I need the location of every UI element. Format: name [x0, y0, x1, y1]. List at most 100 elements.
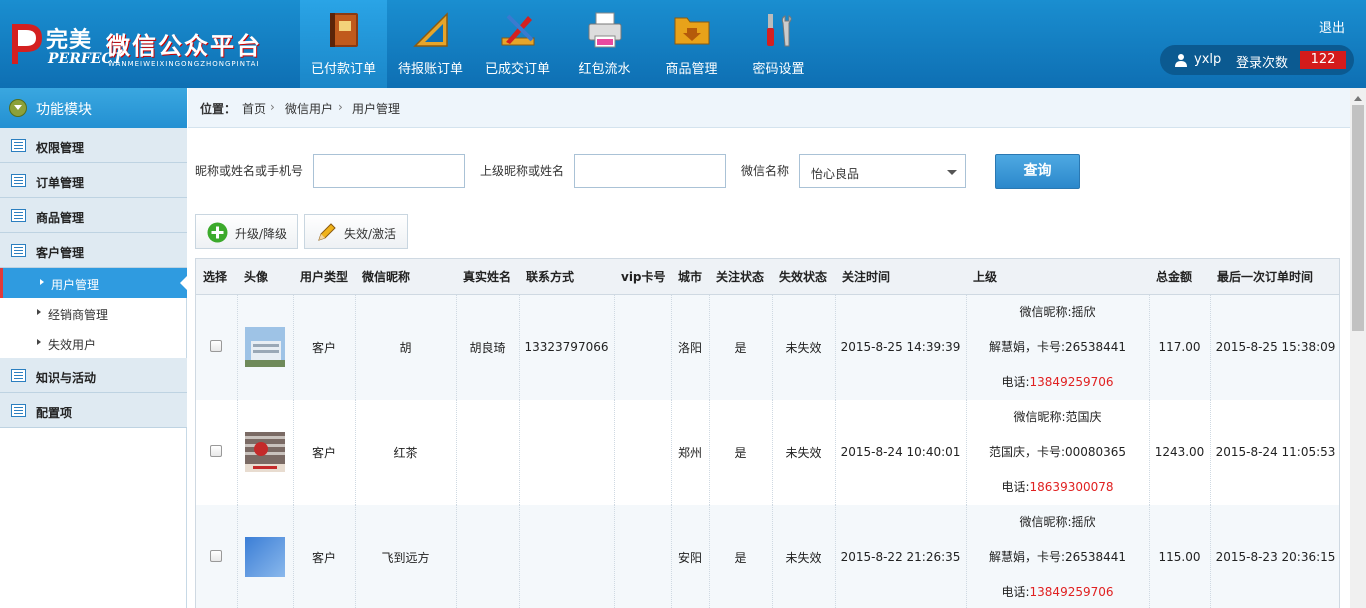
list-icon	[11, 404, 26, 417]
cell-superior: 微信昵称:摇欣 解慧娟，卡号:26538441 电话:13849259706	[966, 504, 1150, 608]
superior-name-card: 解慧娟，卡号:26538441	[988, 549, 1127, 564]
cell-real-name	[456, 399, 520, 505]
cell-follow-status: 是	[709, 504, 773, 608]
query-button[interactable]: 查询	[995, 154, 1080, 189]
nav-label: 待报账订单	[397, 62, 463, 77]
sidebar-item-invalid-users[interactable]: 失效用户	[0, 328, 187, 358]
sidebar-group-customers[interactable]: 客户管理	[0, 233, 187, 268]
folder-icon	[674, 17, 710, 45]
cell-follow-status: 是	[709, 399, 773, 505]
nav-password-settings[interactable]: 密码设置	[735, 0, 822, 88]
table-row[interactable]: 客户 红茶 郑州 是 未失效 2015-8-24 10:40:01 微信昵称:范…	[196, 399, 1339, 505]
row-checkbox[interactable]	[210, 549, 223, 562]
nav-paid-orders[interactable]: 已付款订单	[300, 0, 387, 88]
logout-link[interactable]: 退出	[1319, 17, 1345, 36]
sidebar-group-permissions[interactable]: 权限管理	[0, 128, 187, 163]
nav-product-management[interactable]: 商品管理	[648, 0, 735, 88]
breadcrumb-separator: ›	[338, 100, 343, 114]
cell-invalid-status: 未失效	[772, 294, 836, 400]
wechat-name-selected: 怡心良品	[811, 167, 860, 181]
tools-icon	[767, 14, 792, 47]
cell-superior: 微信昵称:范国庆 范国庆，卡号:00080365 电话:18639300078	[966, 399, 1150, 505]
cell-city: 安阳	[671, 504, 710, 608]
superior-input[interactable]	[574, 154, 726, 188]
cell-user-type: 客户	[293, 294, 356, 400]
cell-follow-status: 是	[709, 294, 773, 400]
wechat-name-label: 微信名称	[741, 164, 790, 178]
avatar	[245, 537, 285, 577]
column-header: 总金额	[1149, 259, 1210, 295]
printer-icon	[588, 12, 622, 48]
column-header: 最后一次订单时间	[1210, 259, 1339, 295]
sidebar-item-dealer-management[interactable]: 经销商管理	[0, 298, 187, 328]
row-checkbox[interactable]	[210, 444, 223, 457]
add-circle-icon	[207, 222, 228, 243]
table-header-row: 选择 头像 用户类型 微信昵称 真实姓名 联系方式 vip卡号 城市 关注状态 …	[196, 259, 1339, 295]
cell-city: 郑州	[671, 399, 710, 505]
perfect-logo-mark	[12, 24, 42, 64]
avatar	[245, 327, 285, 367]
nav-pending-orders[interactable]: 待报账订单	[387, 0, 474, 88]
column-header: 选择	[196, 259, 237, 295]
book-icon	[330, 13, 358, 47]
breadcrumb-separator: ›	[270, 100, 275, 114]
list-icon	[11, 369, 26, 382]
caret-right-icon	[37, 339, 41, 345]
sidebar-group-products[interactable]: 商品管理	[0, 198, 187, 233]
sidebar-group-orders[interactable]: 订单管理	[0, 163, 187, 198]
list-icon	[11, 174, 26, 187]
cell-follow-time: 2015-8-22 21:26:35	[835, 504, 967, 608]
nav-label: 已成交订单	[484, 62, 550, 77]
superior-nickname: 微信昵称:范国庆	[1013, 409, 1102, 424]
nickname-filter-label: 昵称或姓名或手机号	[195, 164, 304, 178]
login-count-label: 登录次数	[1236, 56, 1289, 71]
nickname-input[interactable]	[313, 154, 465, 188]
logo-en-pinyin: WANMEIWEIXINGONGZHONGPINTAI	[108, 60, 260, 68]
sidebar: 功能模块 权限管理 订单管理 商品管理 客户管理 用户管理 经销商管理 失效用户…	[0, 88, 187, 608]
cell-last-order: 2015-8-25 15:38:09	[1210, 294, 1339, 400]
row-checkbox[interactable]	[210, 339, 223, 352]
column-header: 微信昵称	[355, 259, 456, 295]
superior-name-card: 解慧娟，卡号:26538441	[988, 339, 1127, 354]
cell-user-type: 客户	[293, 504, 356, 608]
deactivate-activate-button[interactable]: 失效/激活	[304, 214, 408, 249]
column-header: 关注状态	[709, 259, 772, 295]
superior-phone: 电话:13849259706	[1001, 374, 1114, 389]
nav-label: 已付款订单	[310, 62, 376, 77]
column-header: 真实姓名	[456, 259, 519, 295]
sidebar-group-knowledge[interactable]: 知识与活动	[0, 358, 187, 393]
cell-contact: 13323797066	[519, 294, 615, 400]
superior-phone: 电话:18639300078	[1001, 479, 1114, 494]
sidebar-item-user-management[interactable]: 用户管理	[0, 268, 187, 298]
cell-total: 117.00	[1149, 294, 1211, 400]
scroll-thumb[interactable]	[1352, 105, 1364, 331]
cell-real-name	[456, 504, 520, 608]
username: yxlp	[1194, 52, 1222, 67]
nav-redpacket-flow[interactable]: 红包流水	[561, 0, 648, 88]
table-row[interactable]: 客户 飞到远方 安阳 是 未失效 2015-8-22 21:26:35 微信昵称…	[196, 504, 1339, 608]
upgrade-downgrade-button[interactable]: 升级/降级	[195, 214, 298, 249]
scroll-up-icon[interactable]	[1354, 96, 1362, 101]
superior-nickname: 微信昵称:摇欣	[1019, 304, 1096, 319]
breadcrumb: 位置： 首页 › 微信用户 › 用户管理	[188, 88, 1350, 128]
cell-nickname: 飞到远方	[355, 504, 457, 608]
cell-follow-time: 2015-8-25 14:39:39	[835, 294, 967, 400]
superior-phone: 电话:13849259706	[1001, 584, 1114, 599]
breadcrumb-home[interactable]: 首页	[242, 100, 266, 117]
page-scrollbar[interactable]	[1350, 88, 1366, 608]
sidebar-group-config[interactable]: 配置项	[0, 393, 187, 428]
cell-invalid-status: 未失效	[772, 504, 836, 608]
user-icon	[1175, 54, 1187, 67]
nav-completed-orders[interactable]: 已成交订单	[474, 0, 561, 88]
table-row[interactable]: 客户 胡 胡良琦 13323797066 洛阳 是 未失效 2015-8-25 …	[196, 294, 1339, 400]
cell-follow-time: 2015-8-24 10:40:01	[835, 399, 967, 505]
column-header: vip卡号	[614, 259, 671, 295]
nav-label: 红包流水	[578, 62, 631, 77]
cell-vip	[614, 294, 672, 400]
cell-user-type: 客户	[293, 399, 356, 505]
list-icon	[11, 209, 26, 222]
wechat-name-select[interactable]: 怡心良品	[799, 154, 966, 188]
column-header: 用户类型	[293, 259, 355, 295]
breadcrumb-wechat-users[interactable]: 微信用户	[285, 100, 333, 117]
column-header: 上级	[966, 259, 1149, 295]
